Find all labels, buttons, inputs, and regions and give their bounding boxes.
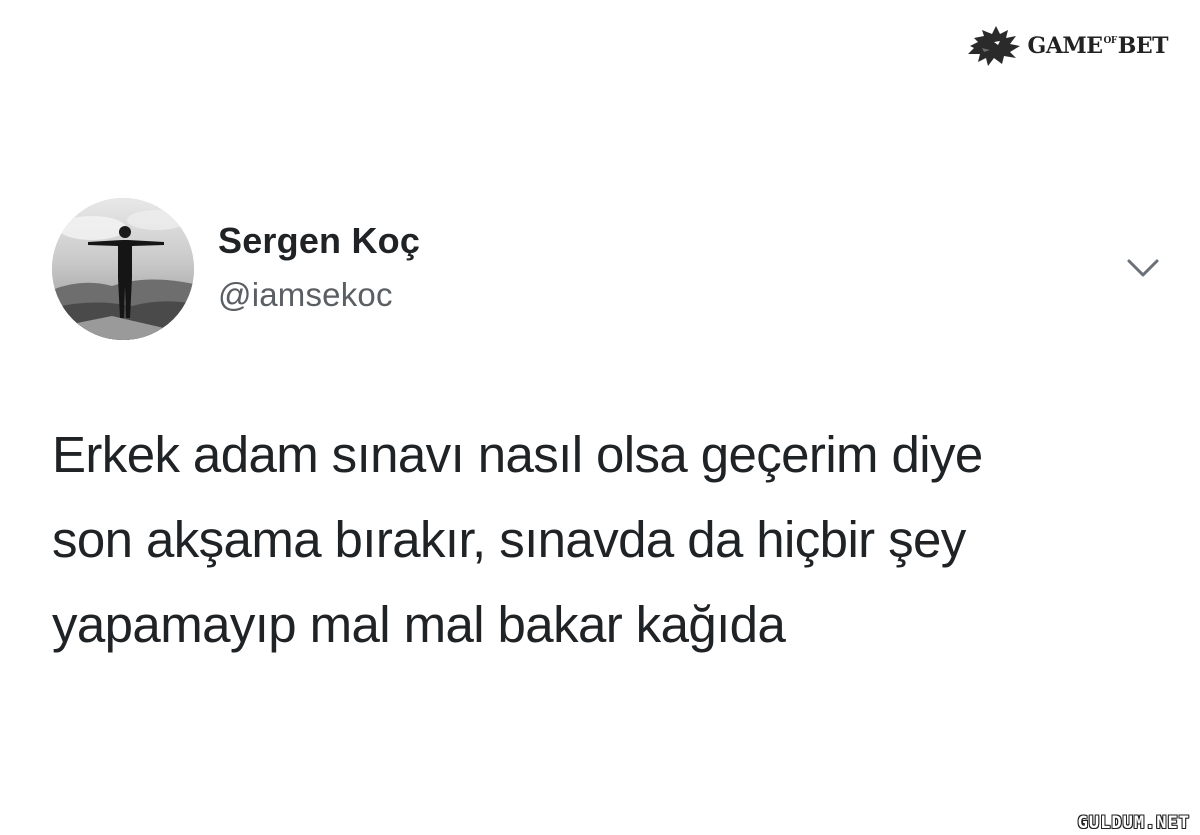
tweet-text-line: Erkek adam sınavı nasıl olsa geçerim diy… (52, 426, 983, 483)
tweet-text-line: son akşama bırakır, sınavda da hiçbir şe… (52, 511, 966, 568)
avatar[interactable] (52, 198, 194, 340)
wolf-head-icon (967, 26, 1020, 66)
brand-suffix: BET (1117, 33, 1169, 59)
chevron-down-icon[interactable] (1126, 256, 1160, 280)
author-name[interactable]: Sergen Koç (218, 220, 420, 262)
profile-photo (52, 198, 194, 340)
brand-prefix: GAME (1027, 33, 1103, 59)
brand-middle: OF (1103, 36, 1118, 46)
brand-logo: GAME OF BET (964, 24, 1169, 68)
brand-wordmark: GAME OF BET (1027, 33, 1169, 59)
author-handle[interactable]: @iamsekoc (218, 276, 393, 314)
tweet-text: Erkek adam sınavı nasıl olsa geçerim diy… (52, 412, 1152, 667)
tweet-text-line: yapamayıp mal mal bakar kağıda (52, 596, 786, 653)
site-watermark: GULDUM.NET (1077, 813, 1190, 833)
